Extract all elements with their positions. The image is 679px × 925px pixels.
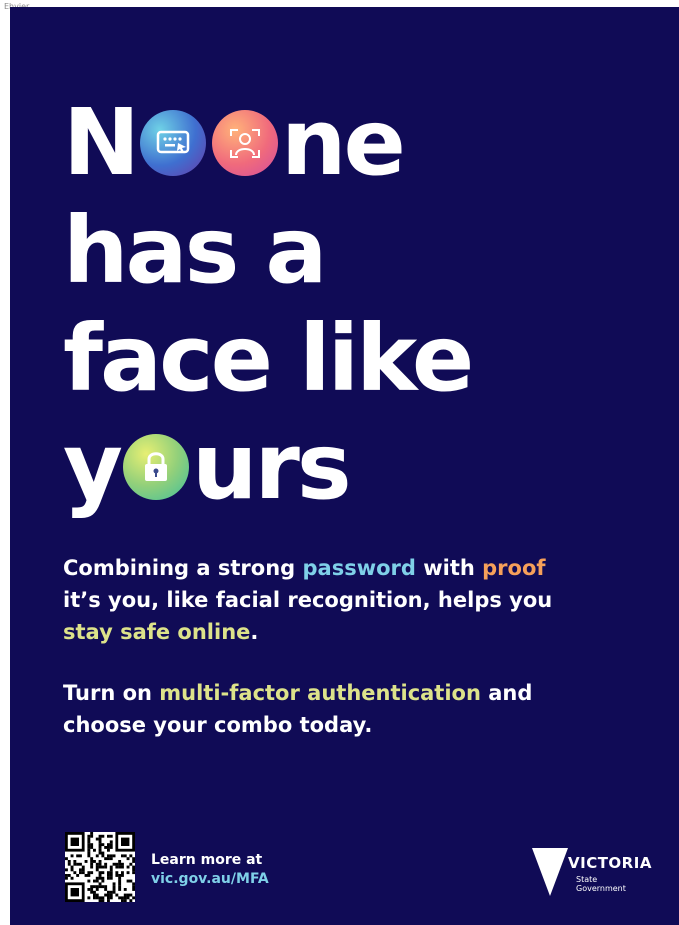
headline: N ne has a face like y urs (63, 89, 474, 521)
face-recognition-icon (212, 110, 278, 176)
learn-more-label: Learn more at (151, 852, 263, 868)
headline-text: N (63, 89, 140, 196)
headline-text: ne (281, 89, 406, 196)
headline-text: y (63, 413, 123, 520)
highlight-password: password (302, 556, 416, 580)
headline-line-1: N ne (63, 89, 471, 197)
call-to-action-paragraph: Turn on multi-factor authentication and … (63, 677, 583, 741)
intro-paragraph: Combining a strong password with proof i… (63, 552, 583, 648)
logo-subtitle-line-1: State (576, 875, 598, 884)
logo-subtitle-line-2: Government (576, 884, 626, 893)
victoria-state-government-logo: VICTORIA State Government (530, 842, 651, 902)
poster: N ne has a face like y urs Combining a s… (10, 7, 679, 925)
cta-text: Turn on (63, 681, 160, 705)
learn-more: Learn more at vic.gov.au/MFA (151, 851, 269, 889)
intro-text: with (415, 556, 483, 580)
headline-line-4: y urs (63, 413, 471, 521)
highlight-mfa: multi-factor authentication (159, 681, 481, 705)
intro-text: . (250, 620, 259, 644)
logo-wordmark: VICTORIA (568, 854, 652, 872)
qr-code[interactable] (65, 832, 136, 903)
padlock-icon (122, 434, 189, 500)
highlight-proof: proof (482, 556, 546, 580)
victoria-logo-mark (532, 848, 568, 896)
qr-code-graphic (65, 832, 136, 903)
headline-line-2: has a (63, 197, 327, 304)
highlight-stay-safe: stay safe online (63, 620, 251, 644)
headline-text: urs (191, 413, 352, 520)
intro-text: Combining a strong (63, 556, 303, 580)
intro-text: it’s you, like facial recognition, helps… (63, 588, 553, 612)
keyboard-icon (140, 110, 206, 176)
learn-more-link[interactable]: vic.gov.au/MFA (151, 870, 269, 889)
logo-subtitle: State Government (576, 875, 626, 893)
headline-line-3: face like (63, 305, 474, 412)
